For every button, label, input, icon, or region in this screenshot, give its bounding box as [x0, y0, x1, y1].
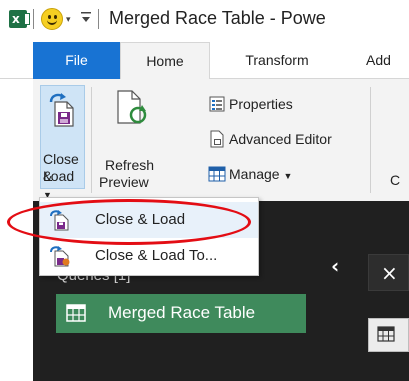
- left-margin: [0, 79, 33, 381]
- ribbon-separator-2: [370, 87, 371, 193]
- manage-label: Manage ▼: [229, 166, 293, 182]
- ribbon-separator: [91, 87, 92, 193]
- close-load-button[interactable]: Close & Load ▼: [40, 85, 85, 200]
- refresh-preview-button[interactable]: Refresh Preview ▼: [97, 85, 159, 189]
- menu-item-label: Close & Load: [95, 211, 186, 228]
- excel-letter: x: [12, 12, 20, 26]
- tab-file[interactable]: File: [33, 42, 120, 79]
- close-icon: ×: [381, 261, 398, 285]
- collapse-queries-icon[interactable]: ‹: [331, 254, 339, 278]
- title-separator: [33, 9, 34, 29]
- properties-icon: [209, 96, 225, 112]
- menu-item-close-load-to[interactable]: Close & Load To...: [40, 238, 258, 274]
- table-icon: [208, 166, 226, 182]
- tab-add-column[interactable]: Add: [366, 42, 409, 79]
- excel-app-icon[interactable]: x: [9, 10, 30, 28]
- tab-home[interactable]: Home: [120, 42, 210, 80]
- cancel-formula-button[interactable]: ×: [368, 254, 409, 291]
- window-title: Merged Race Table - Powe: [109, 8, 326, 28]
- table-icon: [377, 326, 395, 342]
- title-bar: x ▾ Merged Race Table - Powe: [0, 0, 409, 42]
- refresh-icon: [117, 90, 147, 124]
- refresh-label-1: Refresh: [105, 157, 155, 173]
- customize-toolbar-icon[interactable]: [80, 10, 92, 27]
- properties-label: Properties: [229, 96, 293, 112]
- menu-item-label: Close & Load To...: [95, 247, 218, 264]
- ribbon-home: Close & Load ▼ Refresh Preview ▼ Propert…: [33, 79, 409, 201]
- title-separator-2: [98, 9, 99, 29]
- feedback-smiley-icon[interactable]: [41, 8, 63, 30]
- tab-transform[interactable]: Transform: [222, 42, 332, 79]
- ribbon-truncated-group[interactable]: C: [390, 172, 400, 188]
- advanced-editor-icon: [210, 130, 224, 148]
- advanced-editor-label: Advanced Editor: [229, 131, 332, 147]
- table-menu-button[interactable]: [368, 318, 409, 352]
- table-icon: [66, 304, 86, 322]
- menu-item-close-load[interactable]: Close & Load: [40, 202, 258, 238]
- smiley-dropdown-icon[interactable]: ▾: [66, 14, 71, 25]
- formula-area: ×: [368, 254, 409, 381]
- close-load-to-icon: [50, 246, 70, 267]
- query-item[interactable]: Merged Race Table: [56, 294, 306, 333]
- refresh-label-2: Preview ▼: [99, 174, 149, 189]
- close-load-icon: [50, 210, 69, 231]
- close-load-dropdown: Close & Load Close & Load To...: [39, 197, 259, 276]
- ribbon-tab-row: File Home Transform Add: [0, 42, 409, 80]
- query-item-label: Merged Race Table: [108, 303, 256, 322]
- close-load-icon: [49, 93, 74, 127]
